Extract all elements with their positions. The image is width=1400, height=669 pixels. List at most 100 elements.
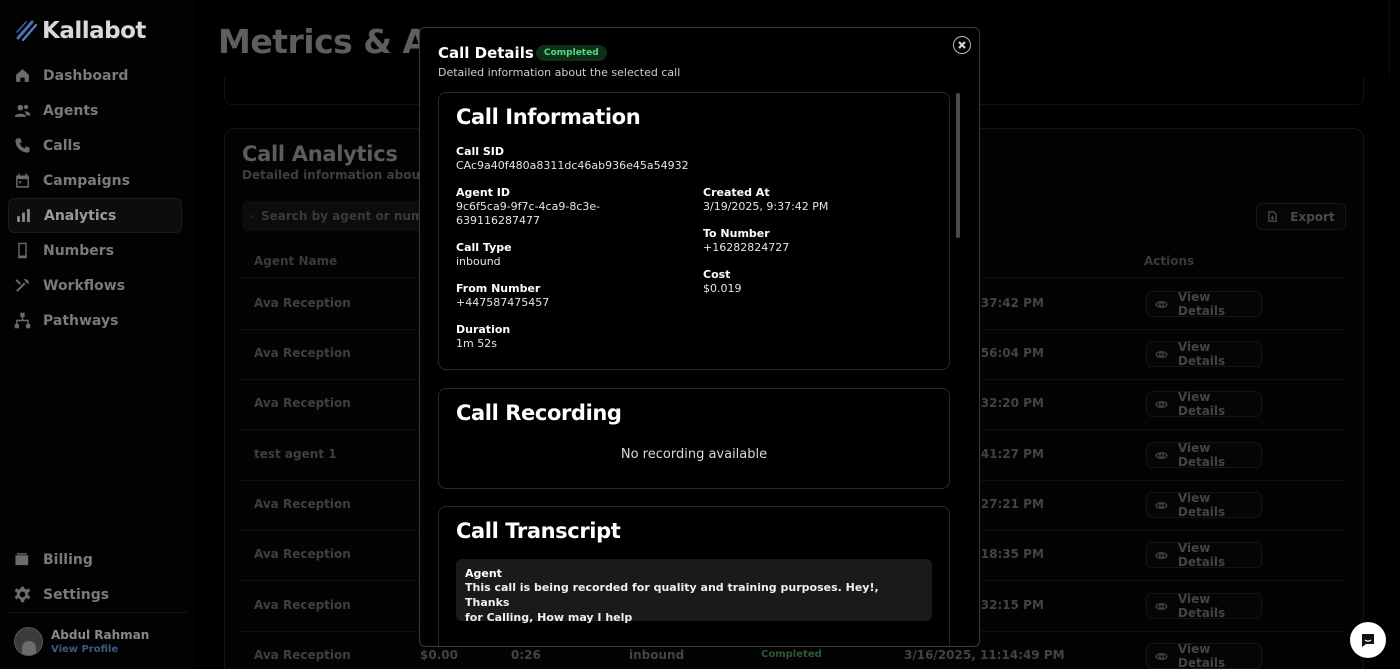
- sidebar-item-settings[interactable]: Settings: [8, 577, 182, 612]
- field-value: $0.019: [703, 282, 742, 295]
- avatar: [14, 627, 43, 656]
- field-label: Duration: [456, 323, 511, 336]
- eye-icon: [1155, 602, 1168, 610]
- profile-name: Abdul Rahman: [51, 628, 150, 642]
- sidebar-item-label: Analytics: [44, 207, 117, 224]
- sidebar-item-numbers[interactable]: Numbers: [8, 233, 182, 268]
- field-value: 3/19/2025, 9:37:42 PM: [703, 200, 829, 213]
- field-value-line: 9c6f5ca9-9f7c-4ca9-8c3e-: [456, 200, 601, 213]
- view-details-button[interactable]: View Details: [1146, 340, 1262, 368]
- status-badge: Completed: [536, 45, 607, 61]
- chat-icon: [1362, 634, 1374, 647]
- view-details-button[interactable]: View Details: [1146, 541, 1262, 569]
- cell-agent-name: Ava Reception: [254, 497, 351, 511]
- message-text-line: for Calling, How may I help: [465, 611, 633, 624]
- chat-launcher-button[interactable]: [1350, 622, 1386, 658]
- call-type-field: Call Type inbound: [456, 241, 512, 269]
- sidebar-bottom-nav: Billing Settings: [8, 542, 182, 612]
- dialog-subtitle: Detailed information about the selected …: [438, 66, 681, 79]
- sidebar-item-calls[interactable]: Calls: [8, 128, 182, 163]
- view-details-button[interactable]: View Details: [1146, 441, 1262, 469]
- sidebar-item-label: Calls: [43, 137, 81, 154]
- eye-icon: [1155, 300, 1168, 308]
- sidebar-item-pathways[interactable]: Pathways: [8, 303, 182, 338]
- view-details-label: View Details: [1177, 642, 1226, 669]
- cell-call-type: inbound: [629, 648, 685, 662]
- field-label: Created At: [703, 186, 770, 199]
- view-details-button[interactable]: View Details: [1146, 642, 1262, 669]
- column-header-agent[interactable]: Agent Name: [254, 254, 337, 268]
- view-details-label: View Details: [1177, 290, 1226, 318]
- field-value-line: 639116287477: [456, 214, 540, 227]
- sidebar-item-analytics[interactable]: Analytics: [8, 198, 182, 233]
- calendar-icon: [16, 173, 29, 188]
- cell-agent-name: Ava Reception: [254, 296, 351, 310]
- sidebar-item-billing[interactable]: Billing: [8, 542, 182, 577]
- cell-agent-name: Ava Reception: [254, 648, 351, 662]
- status-badge: Completed: [761, 649, 822, 660]
- scrollbar-thumb[interactable]: [956, 93, 960, 238]
- call-information-section: Call Information Call SID CAc9a40f480a83…: [438, 92, 950, 370]
- sidebar-item-label: Workflows: [43, 277, 126, 294]
- view-details-label: View Details: [1177, 541, 1226, 569]
- sidebar-nav: Dashboard Agents Calls Campaigns Analyti…: [8, 58, 182, 338]
- view-profile-link[interactable]: View Profile: [51, 644, 149, 655]
- dialog-scroll-area[interactable]: Call Information Call SID CAc9a40f480a83…: [438, 92, 968, 646]
- view-details-button[interactable]: View Details: [1146, 390, 1262, 418]
- sidebar-item-dashboard[interactable]: Dashboard: [8, 58, 182, 93]
- cell-agent-name: Ava Reception: [254, 598, 351, 612]
- search-icon: [250, 214, 253, 218]
- cell-created-at: :27:21 PM: [976, 497, 1044, 511]
- sidebar-item-label: Settings: [43, 586, 110, 603]
- message-role: Agent: [465, 567, 502, 580]
- field-value: +447587475457: [456, 296, 550, 309]
- close-icon: [958, 41, 966, 49]
- field-label: To Number: [703, 227, 770, 240]
- sidebar-item-label: Agents: [43, 102, 99, 119]
- agent-id-field: Agent ID 9c6f5ca9-9f7c-4ca9-8c3e- 639116…: [456, 186, 600, 228]
- home-icon: [16, 69, 29, 82]
- cost-field: Cost $0.019: [703, 268, 742, 296]
- to-number-field: To Number +16282824727: [703, 227, 789, 255]
- view-details-button[interactable]: View Details: [1146, 491, 1262, 519]
- cell-created-at: 3/16/2025, 11:14:49 PM: [904, 648, 1065, 662]
- call-sid-field: Call SID CAc9a40f480a8311dc46ab936e45a54…: [456, 145, 689, 173]
- search-placeholder: Search by agent or numb: [260, 209, 432, 223]
- eye-icon: [1155, 350, 1168, 358]
- column-header-actions: Actions: [1144, 254, 1195, 268]
- cell-duration: 0:26: [511, 648, 541, 662]
- cell-cost: $0.00: [420, 648, 458, 662]
- field-label: Agent ID: [456, 186, 510, 199]
- view-details-button[interactable]: View Details: [1146, 290, 1262, 318]
- from-number-field: From Number +447587475457: [456, 282, 549, 310]
- sidebar-item-campaigns[interactable]: Campaigns: [8, 163, 182, 198]
- call-transcript-section: Call Transcript Agent This call is being…: [438, 506, 950, 646]
- cell-created-at: :37:42 PM: [976, 296, 1044, 310]
- network-icon: [14, 312, 31, 329]
- cell-created-at: :32:15 PM: [976, 598, 1044, 612]
- export-button[interactable]: Export: [1256, 203, 1346, 230]
- cell-agent-name: Ava Reception: [254, 396, 351, 410]
- cell-created-at: :41:27 PM: [976, 447, 1044, 461]
- sidebar-item-label: Pathways: [43, 312, 119, 329]
- phone-icon: [15, 138, 30, 153]
- user-profile[interactable]: Abdul Rahman View Profile: [8, 612, 188, 662]
- cell-agent-name: test agent 1: [254, 447, 337, 461]
- eye-icon: [1155, 551, 1168, 559]
- wallet-icon: [15, 553, 29, 566]
- sidebar-item-workflows[interactable]: Workflows: [8, 268, 182, 303]
- view-details-button[interactable]: View Details: [1146, 592, 1262, 620]
- call-details-dialog: Call Details Completed Detailed informat…: [419, 27, 980, 647]
- sidebar-item-label: Dashboard: [43, 67, 129, 84]
- close-button[interactable]: [953, 36, 971, 54]
- sidebar: Kallabot Dashboard Agents Calls Campaign…: [0, 0, 196, 669]
- field-value: inbound: [456, 255, 501, 268]
- cell-agent-name: Ava Reception: [254, 547, 351, 561]
- view-details-label: View Details: [1177, 390, 1226, 418]
- search-input[interactable]: Search by agent or numb: [242, 201, 432, 231]
- eye-icon: [1155, 451, 1168, 459]
- eye-icon: [1155, 501, 1168, 509]
- brand-logo[interactable]: Kallabot: [14, 18, 146, 44]
- sidebar-item-agents[interactable]: Agents: [8, 93, 182, 128]
- field-label: Cost: [703, 268, 731, 281]
